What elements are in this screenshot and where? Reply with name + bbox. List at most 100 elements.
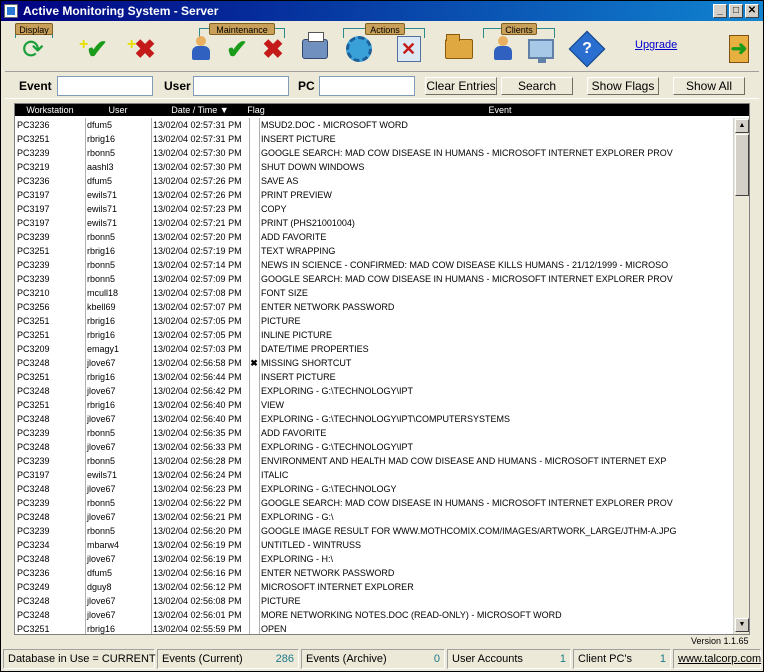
column-header-event[interactable]: Event (267, 104, 733, 116)
table-row[interactable]: PC3251 rbrig16 13/02/04 02:55:59 PM OPEN (15, 622, 733, 634)
user-label: User (164, 79, 191, 93)
table-row[interactable]: PC3197 ewils71 13/02/04 02:57:23 PM COPY (15, 202, 733, 216)
cell-user: jlove67 (87, 610, 116, 620)
cell-workstation: PC3210 (17, 288, 50, 298)
vertical-scrollbar[interactable]: ▲ ▼ (733, 118, 749, 634)
table-row[interactable]: PC3248 jlove67 13/02/04 02:56:58 PM ✖ MISSIN… (15, 356, 733, 370)
cell-flag (249, 538, 259, 552)
show-all-button[interactable]: Show All (673, 77, 745, 95)
table-row[interactable]: PC3248 jlove67 13/02/04 02:56:33 PM EXPLORI… (15, 440, 733, 454)
clients-button[interactable] (525, 33, 557, 65)
show-flags-button[interactable]: Show Flags (587, 77, 659, 95)
table-row[interactable]: PC3197 ewils71 13/02/04 02:57:26 PM PRINT P… (15, 188, 733, 202)
help-button[interactable]: ? (568, 30, 606, 68)
scroll-up-button[interactable]: ▲ (735, 119, 749, 133)
folder-button[interactable] (443, 33, 475, 65)
cell-datetime: 13/02/04 02:56:19 PM (153, 554, 242, 564)
cell-event: EXPLORING - G:\TECHNOLOGY\IPT (261, 442, 414, 452)
table-row[interactable]: PC3239 rbonn5 13/02/04 02:56:22 PM GOOGLE S… (15, 496, 733, 510)
cell-datetime: 13/02/04 02:56:40 PM (153, 414, 242, 424)
table-row[interactable]: PC3236 dfum5 13/02/04 02:56:16 PM ENTER NET… (15, 566, 733, 580)
table-row[interactable]: PC3239 rbonn5 13/02/04 02:57:30 PM GOOGLE S… (15, 146, 733, 160)
table-row[interactable]: PC3248 jlove67 13/02/04 02:56:40 PM EXPLORI… (15, 412, 733, 426)
x-icon: ✖ (262, 34, 284, 64)
settings-button[interactable] (343, 33, 375, 65)
user-filter-input[interactable] (193, 76, 289, 96)
table-row[interactable]: PC3248 jlove67 13/02/04 02:56:08 PM PICTURE (15, 594, 733, 608)
cell-user: jlove67 (87, 442, 116, 452)
cell-flag (249, 580, 259, 594)
table-row[interactable]: PC3251 rbrig16 13/02/04 02:57:31 PM INSERT … (15, 132, 733, 146)
event-label: Event (19, 79, 52, 93)
column-header-workstation[interactable]: Workstation (15, 104, 85, 116)
table-row[interactable]: PC3251 rbrig16 13/02/04 02:57:19 PM TEXT WR… (15, 244, 733, 258)
table-row[interactable]: PC3210 mcull18 13/02/04 02:57:08 PM FONT SI… (15, 286, 733, 300)
cell-flag (249, 286, 259, 300)
cell-event: INLINE PICTURE (261, 330, 333, 340)
cell-datetime: 13/02/04 02:57:19 PM (153, 246, 242, 256)
title-bar[interactable]: Active Monitoring System - Server _ □ ✕ (1, 1, 763, 21)
table-row[interactable]: PC3251 rbrig16 13/02/04 02:56:44 PM INSERT … (15, 370, 733, 384)
table-row[interactable]: PC3248 jlove67 13/02/04 02:56:19 PM EXPLORI… (15, 552, 733, 566)
column-header-user[interactable]: User (85, 104, 151, 116)
search-button[interactable]: Search (501, 77, 573, 95)
main-window: Active Monitoring System - Server _ □ ✕ … (0, 0, 764, 672)
scroll-thumb[interactable] (735, 134, 749, 196)
cell-flag (249, 426, 259, 440)
column-header-datetime[interactable]: Date / Time ▼ (151, 104, 249, 116)
minimize-button[interactable]: _ (713, 4, 727, 18)
table-row[interactable]: PC3239 rbonn5 13/02/04 02:57:09 PM GOOGLE S… (15, 272, 733, 286)
scroll-down-button[interactable]: ▼ (735, 618, 749, 632)
print-button[interactable] (299, 32, 331, 65)
table-row[interactable]: PC3251 rbrig16 13/02/04 02:57:05 PM PICTURE (15, 314, 733, 328)
pc-filter-input[interactable] (319, 76, 415, 96)
table-row[interactable]: PC3236 dfum5 13/02/04 02:57:31 PM MSUD2.DOC… (15, 118, 733, 132)
table-row[interactable]: PC3248 jlove67 13/02/04 02:56:23 PM EXPLORI… (15, 482, 733, 496)
table-row[interactable]: PC3249 dguy8 13/02/04 02:56:12 PM MICROSOFT… (15, 580, 733, 594)
table-row[interactable]: PC3256 kbell69 13/02/04 02:57:07 PM ENTER N… (15, 300, 733, 314)
table-row[interactable]: PC3239 rbonn5 13/02/04 02:56:35 PM ADD FAVO… (15, 426, 733, 440)
delete-document-button[interactable] (393, 33, 425, 65)
table-row[interactable]: PC3248 jlove67 13/02/04 02:56:01 PM MORE NE… (15, 608, 733, 622)
cell-event: OPEN (261, 624, 287, 634)
cell-flag (249, 622, 259, 634)
table-row[interactable]: PC3239 rbonn5 13/02/04 02:57:14 PM NEWS IN … (15, 258, 733, 272)
event-filter-input[interactable] (57, 76, 153, 96)
reject-button[interactable]: ✖ (257, 33, 289, 65)
status-client-pcs: Client PC's 1 (573, 649, 671, 669)
upgrade-link[interactable]: Upgrade (635, 39, 677, 51)
website-link[interactable]: www.talcorp.com (678, 653, 761, 665)
table-row[interactable]: PC3248 jlove67 13/02/04 02:56:21 PM EXPLORI… (15, 510, 733, 524)
table-row[interactable]: PC3197 ewils71 13/02/04 02:57:21 PM PRINT (… (15, 216, 733, 230)
close-button[interactable]: ✕ (745, 4, 759, 18)
table-row[interactable]: PC3239 rbonn5 13/02/04 02:57:20 PM ADD FAVO… (15, 230, 733, 244)
table-row[interactable]: PC3209 emagy1 13/02/04 02:57:03 PM DATE/TIM… (15, 342, 733, 356)
table-row[interactable]: PC3248 jlove67 13/02/04 02:56:42 PM EXPLORI… (15, 384, 733, 398)
table-row[interactable]: PC3219 aashl3 13/02/04 02:57:30 PM SHUT DOW… (15, 160, 733, 174)
cell-event: PICTURE (261, 316, 301, 326)
clear-entries-button[interactable]: Clear Entries (425, 77, 497, 95)
printer-icon (302, 32, 328, 59)
add-x-button[interactable]: + ✖ (127, 33, 161, 65)
cell-workstation: PC3248 (17, 554, 50, 564)
table-row[interactable]: PC3239 rbonn5 13/02/04 02:56:20 PM GOOGLE I… (15, 524, 733, 538)
users-button[interactable] (487, 33, 519, 65)
maximize-button[interactable]: □ (729, 4, 743, 18)
user-button[interactable] (185, 33, 217, 65)
table-row[interactable]: PC3251 rbrig16 13/02/04 02:57:05 PM INLINE … (15, 328, 733, 342)
add-check-button[interactable]: + ✔ (79, 33, 113, 65)
table-row[interactable]: PC3251 rbrig16 13/02/04 02:56:40 PM VIEW (15, 398, 733, 412)
table-row[interactable]: PC3234 mbarw4 13/02/04 02:56:19 PM UNTITLED… (15, 538, 733, 552)
table-row[interactable]: PC3236 dfum5 13/02/04 02:57:26 PM SAVE AS (15, 174, 733, 188)
approve-button[interactable]: ✔ (221, 33, 253, 65)
exit-button[interactable]: ➜ (723, 33, 755, 65)
cell-event: GOOGLE SEARCH: MAD COW DISEASE IN HUMANS… (261, 274, 673, 284)
plus-icon: + (79, 36, 89, 53)
cell-datetime: 13/02/04 02:56:35 PM (153, 428, 242, 438)
column-header-flag[interactable]: Flag (245, 104, 267, 116)
refresh-button[interactable]: ⟳ (17, 33, 49, 65)
cell-user: rbrig16 (87, 330, 116, 340)
table-row[interactable]: PC3197 ewils71 13/02/04 02:56:24 PM ITALIC (15, 468, 733, 482)
table-row[interactable]: PC3239 rbonn5 13/02/04 02:56:28 PM ENVIRONM… (15, 454, 733, 468)
status-events-current-value: 286 (275, 653, 294, 665)
